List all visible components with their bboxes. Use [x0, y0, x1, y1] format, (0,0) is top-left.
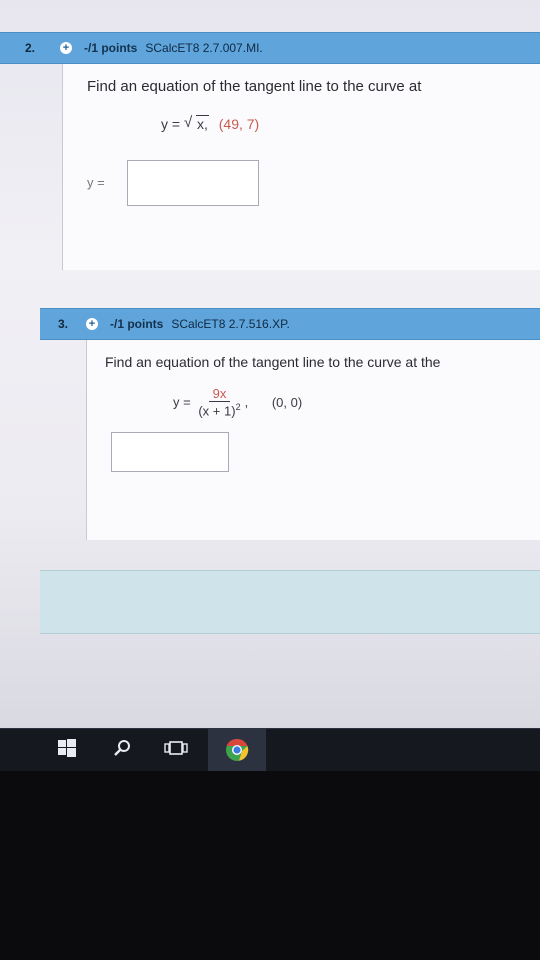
answer-label: y =: [87, 175, 105, 190]
search-icon[interactable]: [112, 738, 132, 758]
task-view-icon[interactable]: [164, 739, 188, 757]
question-3-body: Find an equation of the tangent line to …: [86, 340, 540, 540]
numerator: 9x: [208, 386, 231, 402]
equation-lhs: y =: [161, 116, 181, 132]
plus-circle-icon[interactable]: +: [60, 42, 72, 54]
question-prompt: Find an equation of the tangent line to …: [105, 354, 441, 370]
denominator-base: (x + 1): [198, 403, 236, 419]
next-question-panel: [40, 570, 540, 634]
taskbar: [0, 728, 540, 771]
windows-start-icon[interactable]: [58, 739, 76, 757]
denominator: (x + 1)2: [194, 402, 244, 418]
answer-input[interactable]: [111, 432, 229, 472]
browser-viewport: 2. + -/1 points SCalcET8 2.7.007.MI. Fin…: [0, 0, 540, 728]
point: (0, 0): [271, 394, 303, 410]
equation-lhs: y =: [173, 394, 191, 410]
points-label: -/1 points: [84, 41, 138, 55]
question-prompt: Find an equation of the tangent line to …: [87, 78, 422, 95]
question-source[interactable]: SCalcET8 2.7.007.MI.: [145, 41, 262, 55]
plus-circle-icon[interactable]: +: [86, 318, 98, 330]
question-3-header: 3. + -/1 points SCalcET8 2.7.516.XP.: [40, 308, 540, 340]
question-2-header: 2. + -/1 points SCalcET8 2.7.007.MI.: [0, 32, 540, 64]
question-source[interactable]: SCalcET8 2.7.516.XP.: [171, 317, 290, 331]
radicand: x,: [195, 115, 209, 132]
points-label: -/1 points: [110, 317, 164, 331]
answer-input[interactable]: [127, 160, 259, 206]
point: (49, 7): [218, 116, 260, 132]
question-number: 2.: [24, 41, 35, 55]
fraction: 9x (x + 1)2: [194, 386, 244, 418]
equation-comma: ,: [244, 394, 249, 410]
question-2-body: Find an equation of the tangent line to …: [62, 64, 540, 270]
question-number: 3.: [57, 317, 68, 331]
equation: y = √ x, (49, 7): [161, 114, 260, 132]
chrome-taskbar-slot[interactable]: [208, 729, 266, 771]
square-root: √ x,: [183, 114, 209, 132]
chrome-icon[interactable]: [225, 738, 249, 762]
denominator-exponent: 2: [235, 402, 241, 412]
equation: y = 9x (x + 1)2 , (0, 0): [173, 386, 302, 418]
